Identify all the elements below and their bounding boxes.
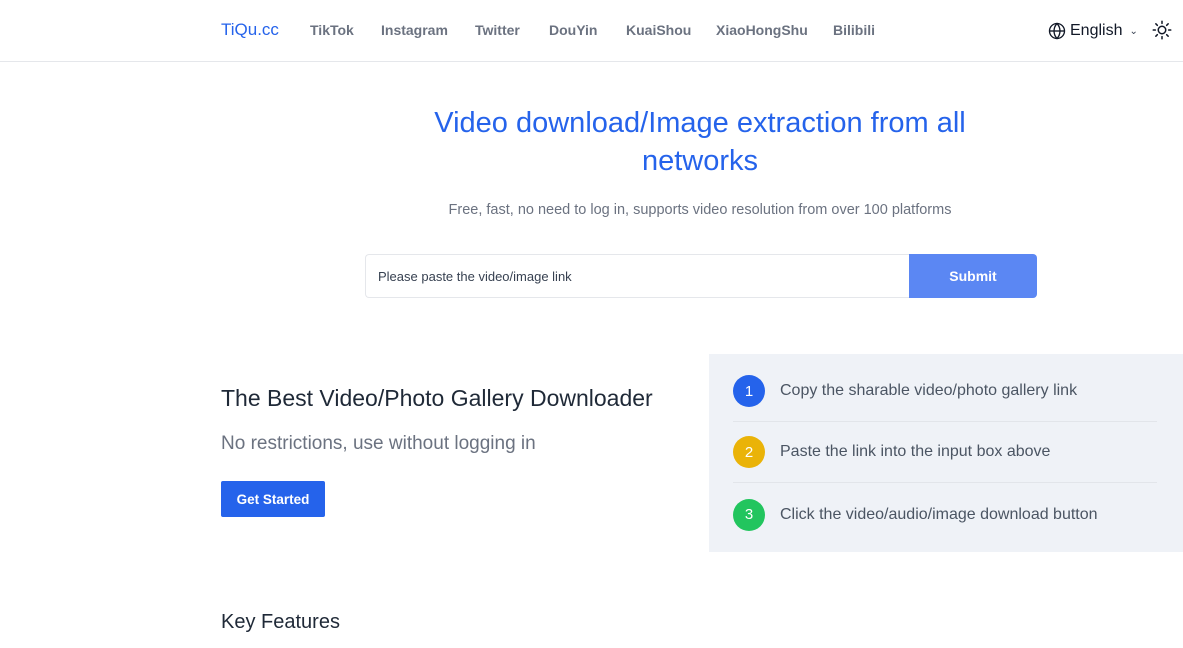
step-number-badge: 1 [733,375,765,407]
feature-heading: The Best Video/Photo Gallery Downloader [221,385,653,411]
nav-link-douyin[interactable]: DouYin [549,22,597,38]
video-link-input[interactable] [365,254,910,298]
submit-button[interactable]: Submit [909,254,1037,298]
link-search-form: Submit [365,254,1037,298]
steps-panel: 1 Copy the sharable video/photo gallery … [709,354,1183,552]
get-started-button[interactable]: Get Started [221,481,325,517]
hero-subtitle: Free, fast, no need to log in, supports … [448,202,952,218]
brand-logo-link[interactable]: TiQu.cc [221,20,279,40]
feature-subheading: No restrictions, use without logging in [221,433,536,454]
step-text: Paste the link into the input box above [780,443,1051,460]
nav-link-kuaishou[interactable]: KuaiShou [626,22,691,38]
language-selector[interactable]: English ⌄ [1048,20,1138,42]
step-item: 2 Paste the link into the input box abov… [733,422,1157,483]
sun-icon[interactable] [1152,20,1172,40]
nav-link-instagram[interactable]: Instagram [381,22,448,38]
language-label: English [1070,22,1123,39]
hero-title: Video download/Image extraction from all… [434,107,966,177]
step-number-badge: 2 [733,436,765,468]
chevron-down-icon: ⌄ [1129,25,1138,37]
nav-link-bilibili[interactable]: Bilibili [833,22,875,38]
step-number-badge: 3 [733,498,765,531]
nav-link-tiktok[interactable]: TikTok [310,22,354,38]
step-text: Click the video/audio/image download but… [780,505,1098,523]
step-item: 3 Click the video/audio/image download b… [733,484,1157,545]
globe-icon [1048,22,1066,40]
key-features-heading: Key Features [221,611,340,633]
step-item: 1 Copy the sharable video/photo gallery … [733,361,1157,422]
step-text: Copy the sharable video/photo gallery li… [780,382,1078,399]
nav-link-xiaohongshu[interactable]: XiaoHongShu [716,22,808,38]
top-navbar: TiQu.cc TikTok Instagram Twitter DouYin … [0,0,1183,62]
nav-link-twitter[interactable]: Twitter [475,22,520,38]
